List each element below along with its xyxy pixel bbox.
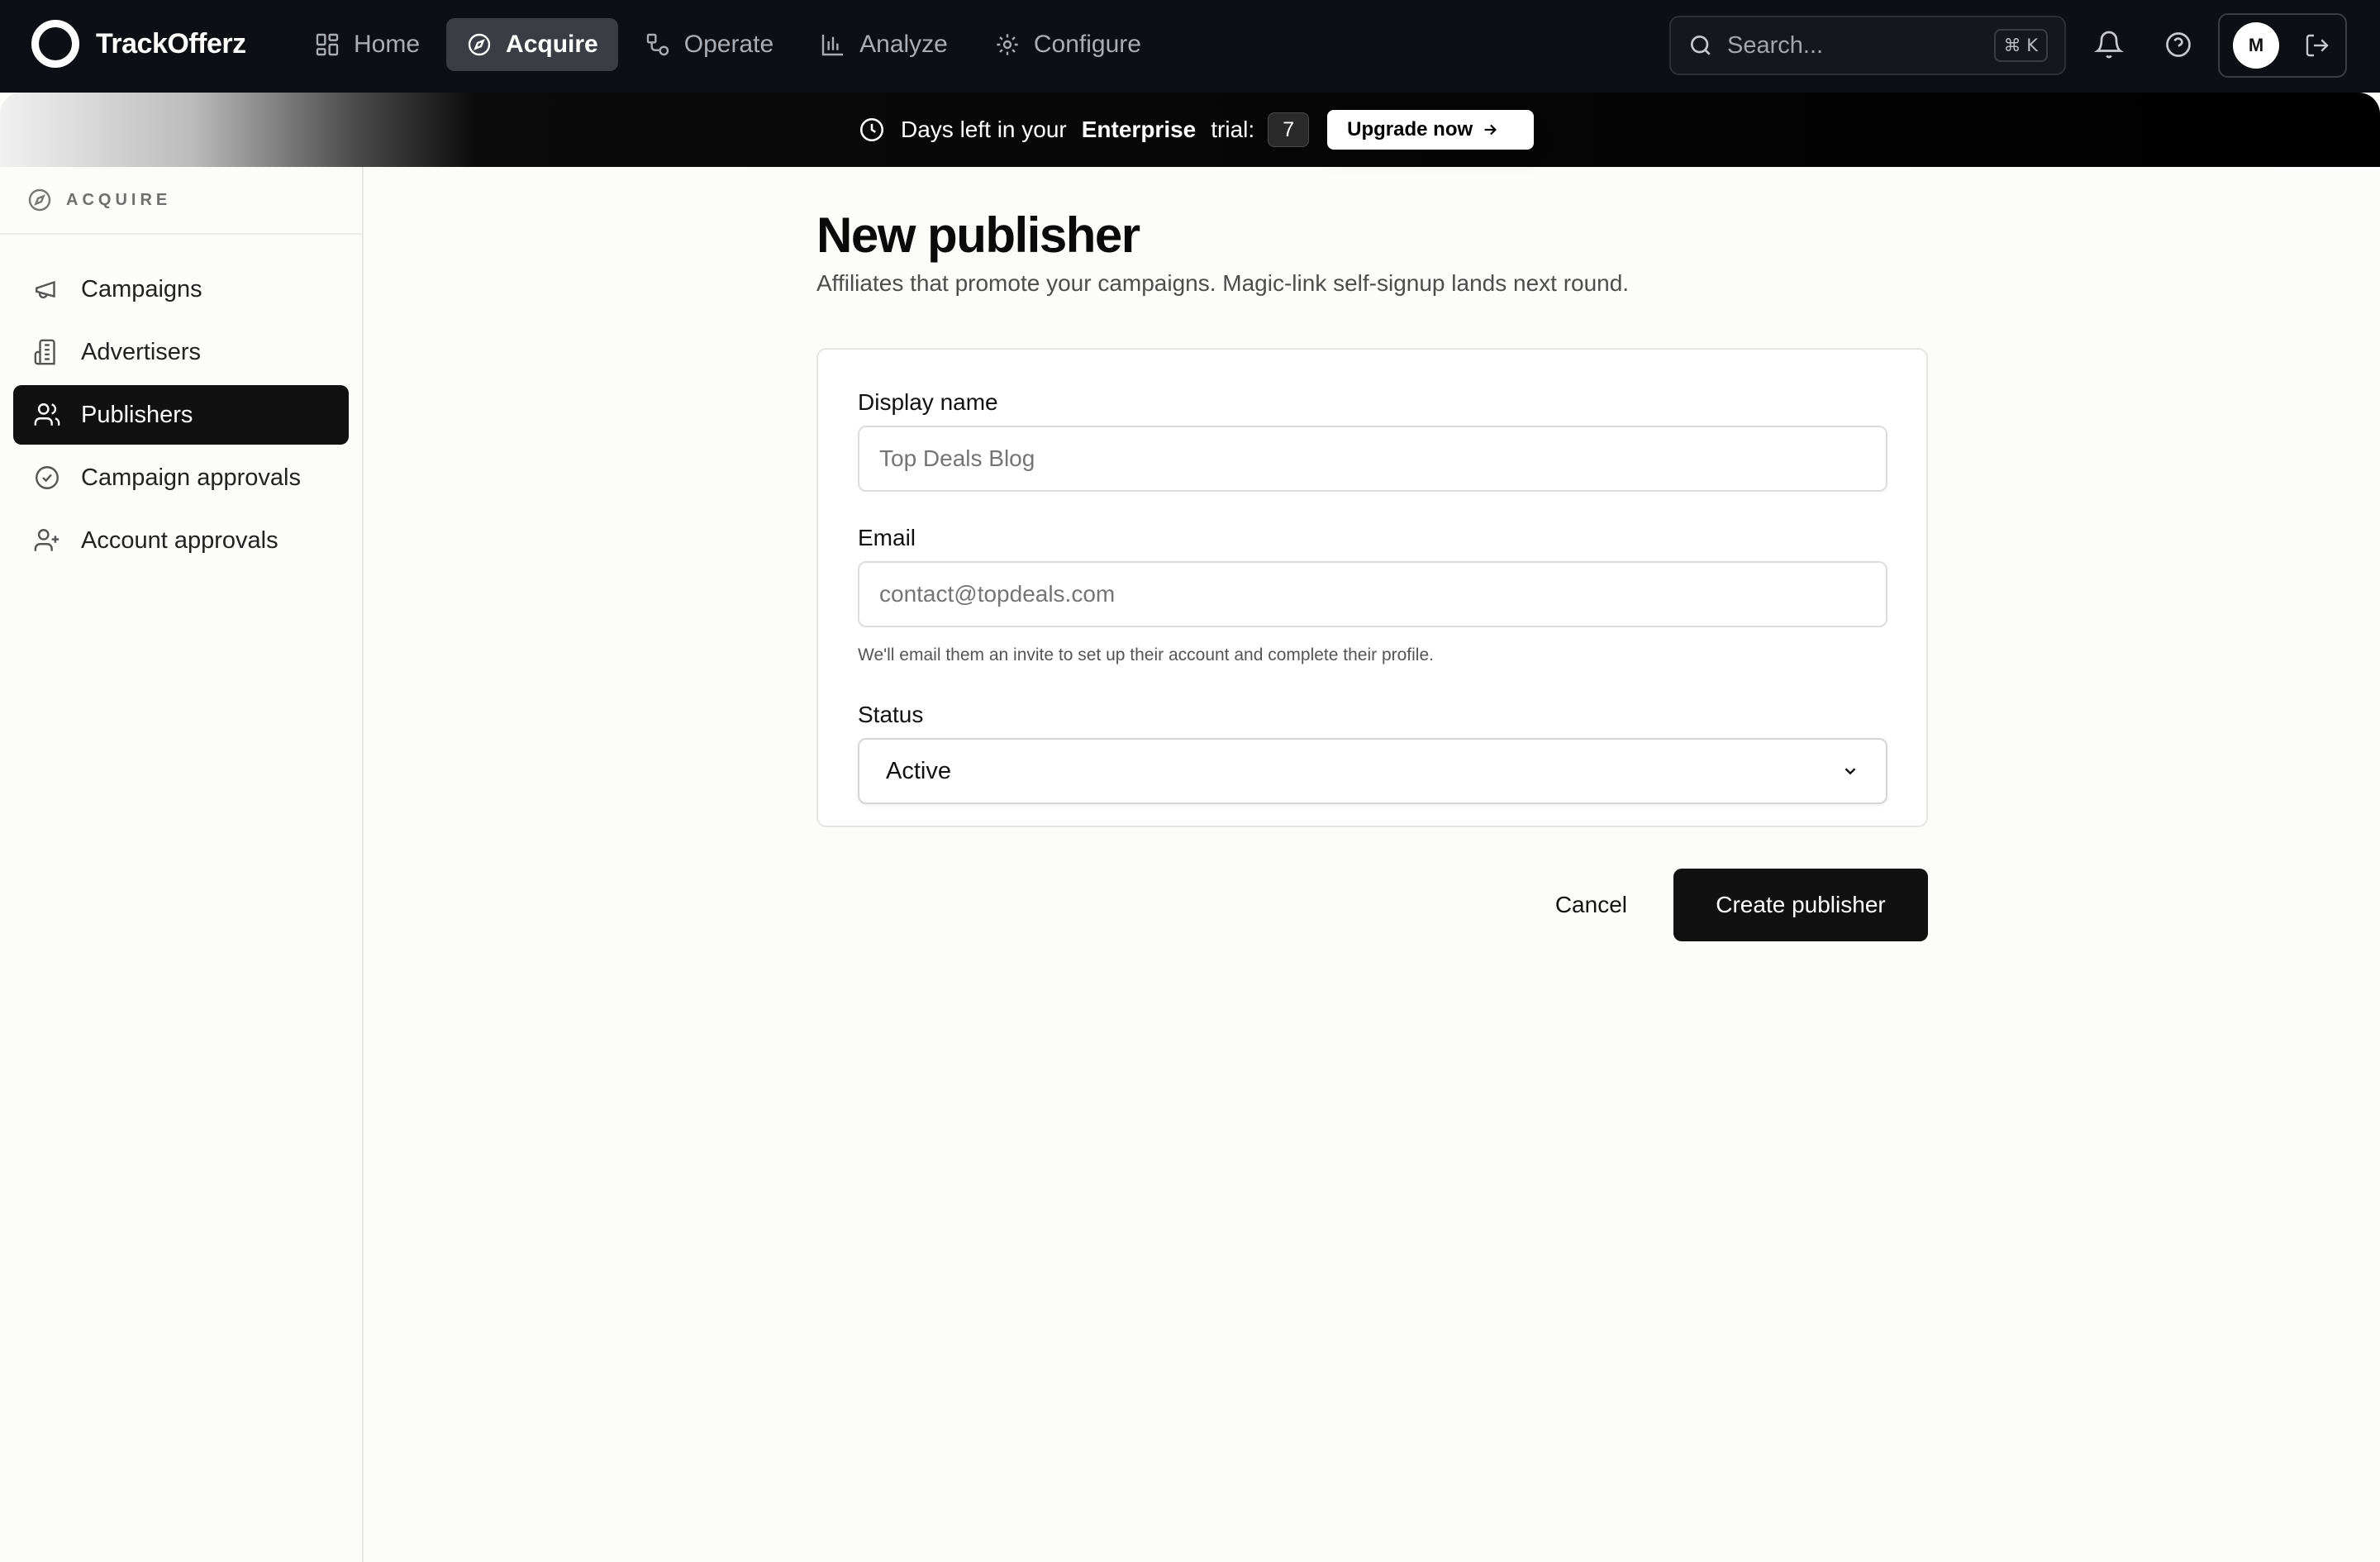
trial-message: Days left in your Enterprise trial: 7 Up… (858, 110, 1535, 150)
compass-icon (468, 33, 491, 56)
email-label: Email (858, 525, 916, 550)
top-navigation-bar: TrackOfferz Home Acquire Operate Analyze… (0, 0, 2380, 93)
sidebar-item-account-approvals[interactable]: Account approvals (13, 511, 349, 570)
clock-icon (859, 117, 884, 142)
nav-operate[interactable]: Operate (625, 18, 793, 71)
nav-configure[interactable]: Configure (974, 18, 1161, 71)
trial-plan: Enterprise (1081, 117, 1197, 142)
trial-prefix: Days left in your (901, 117, 1067, 142)
search-icon (1690, 36, 1711, 55)
nav-configure-label: Configure (1033, 31, 1141, 58)
sidebar-item-advertisers[interactable]: Advertisers (13, 322, 349, 382)
sidebar-item-label: Advertisers (81, 338, 202, 365)
page-title: New publisher (816, 207, 1140, 263)
nav-analyze[interactable]: Analyze (800, 18, 968, 71)
sidebar-item-campaign-approvals[interactable]: Campaign approvals (13, 448, 349, 507)
gear-icon (997, 34, 1018, 55)
trial-banner: Days left in your Enterprise trial: 7 Up… (0, 93, 2380, 167)
nav-analyze-label: Analyze (859, 31, 948, 58)
avatar[interactable]: M (2233, 22, 2279, 69)
help-icon[interactable] (2163, 30, 2193, 60)
sidebar: ACQUIRE Campaigns Advertisers Publishers (0, 167, 364, 1562)
nav-home-label: Home (354, 31, 421, 58)
app-name: TrackOfferz (96, 27, 246, 60)
sidebar-item-label: Campaigns (81, 275, 202, 302)
email-hint: We'll email them an invite to set up the… (858, 645, 1434, 664)
grid-icon (316, 33, 339, 56)
account-menu[interactable]: M (2218, 13, 2347, 78)
sidebar-list: Campaigns Advertisers Publishers Campaig… (0, 235, 362, 570)
nav-home[interactable]: Home (294, 18, 440, 71)
sidebar-item-campaigns[interactable]: Campaigns (13, 260, 349, 319)
bell-icon[interactable] (2094, 30, 2124, 60)
brand-logo-icon (31, 20, 79, 68)
create-publisher-button[interactable]: Create publisher (1673, 869, 1928, 941)
nav-operate-label: Operate (683, 31, 774, 58)
sidebar-section-label: ACQUIRE (66, 190, 172, 209)
logout-icon[interactable] (2304, 32, 2330, 59)
sidebar-item-label: Account approvals (81, 526, 278, 554)
sidebar-item-label: Publishers (81, 401, 193, 428)
status-select[interactable]: Active (858, 738, 1887, 804)
workflow-icon (646, 33, 669, 56)
status-label: Status (858, 702, 924, 727)
trial-days-badge: 7 (1268, 112, 1310, 147)
form-actions: Cancel Create publisher (816, 869, 1928, 941)
email-field[interactable] (858, 561, 1887, 627)
user-plus-icon (34, 529, 60, 551)
check-circle-icon (36, 466, 59, 489)
nav-acquire[interactable]: Acquire (446, 18, 618, 71)
compass-icon (28, 188, 51, 212)
nav-acquire-label: Acquire (506, 31, 598, 58)
brand[interactable]: TrackOfferz (31, 20, 246, 68)
page-subtitle: Affiliates that promote your campaigns. … (816, 270, 1630, 296)
users-icon (34, 403, 60, 426)
publisher-form-card: Display name Email We'll email them an i… (816, 348, 1928, 827)
search-input[interactable]: Search... (1727, 32, 1994, 60)
main-content: New publisher Affiliates that promote yo… (816, 167, 1928, 941)
arrow-right-icon (1484, 124, 1497, 136)
search-box[interactable]: Search... ⌘ K (1669, 16, 2066, 75)
chevron-down-icon (1844, 768, 1856, 775)
display-name-input[interactable] (858, 426, 1887, 492)
search-shortcut-badge: ⌘ K (1993, 29, 2048, 62)
upgrade-label: Upgrade now (1347, 118, 1473, 140)
trial-suffix: trial: (1211, 117, 1255, 142)
megaphone-icon (36, 280, 55, 299)
display-name-label: Display name (858, 389, 998, 415)
sidebar-item-publishers[interactable]: Publishers (13, 385, 349, 445)
primary-nav: Home Acquire Operate Analyze Configure (294, 18, 1168, 71)
status-value: Active (886, 757, 951, 784)
cancel-button[interactable]: Cancel (1555, 892, 1627, 918)
bar-chart-icon (821, 35, 844, 56)
building-icon (34, 339, 55, 365)
sidebar-section-header: ACQUIRE (0, 167, 362, 235)
upgrade-button[interactable]: Upgrade now (1327, 110, 1535, 150)
sidebar-item-label: Campaign approvals (81, 464, 301, 491)
